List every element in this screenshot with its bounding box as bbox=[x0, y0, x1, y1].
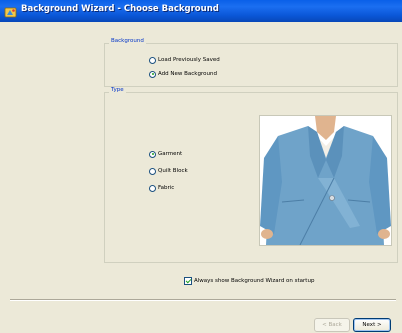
background-group: Background Load Previously Saved Add New… bbox=[104, 38, 398, 87]
blue-jacket-photo bbox=[260, 116, 391, 245]
load-previously-saved-label: Load Previously Saved bbox=[158, 57, 220, 63]
always-show-wizard-checkbox[interactable] bbox=[184, 277, 192, 285]
garment-option[interactable]: Garment bbox=[149, 149, 182, 159]
back-button[interactable]: < Back bbox=[314, 318, 350, 332]
always-show-wizard-label: Always show Background Wizard on startup bbox=[194, 278, 315, 284]
fabric-radio[interactable] bbox=[149, 184, 156, 192]
next-button[interactable]: Next > bbox=[353, 318, 391, 332]
add-new-background-radio[interactable] bbox=[149, 70, 156, 78]
footer-separator bbox=[10, 299, 396, 301]
garment-label: Garment bbox=[158, 151, 183, 157]
load-previously-saved-radio[interactable] bbox=[149, 56, 156, 64]
quilt-block-label: Quilt Block bbox=[158, 168, 188, 174]
add-new-background-label: Add New Background bbox=[158, 71, 217, 77]
wizard-window: Background Wizard - Choose Background Ba… bbox=[0, 0, 402, 333]
title-bar[interactable]: Background Wizard - Choose Background bbox=[0, 0, 402, 22]
always-show-wizard-option[interactable]: Always show Background Wizard on startup bbox=[184, 276, 314, 286]
dialog-body: Background Load Previously Saved Add New… bbox=[0, 22, 402, 333]
window-title: Background Wizard - Choose Background bbox=[21, 4, 219, 14]
garment-preview-image bbox=[259, 115, 392, 246]
fabric-option[interactable]: Fabric bbox=[149, 183, 174, 193]
quilt-block-radio[interactable] bbox=[149, 167, 156, 175]
garment-radio[interactable] bbox=[149, 150, 156, 158]
quilt-block-option[interactable]: Quilt Block bbox=[149, 166, 188, 176]
load-previously-saved-option[interactable]: Load Previously Saved bbox=[149, 55, 220, 65]
fabric-label: Fabric bbox=[158, 185, 175, 191]
wizard-app-icon bbox=[4, 4, 17, 18]
type-group-legend: Type bbox=[109, 87, 126, 93]
add-new-background-option[interactable]: Add New Background bbox=[149, 69, 217, 79]
background-group-legend: Background bbox=[109, 38, 146, 44]
